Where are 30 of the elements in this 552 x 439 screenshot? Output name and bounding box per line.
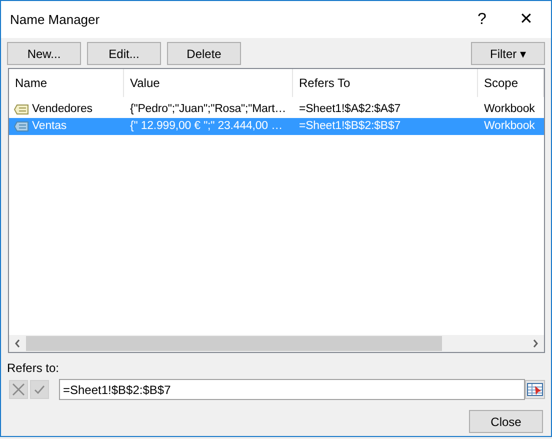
help-button[interactable]: ? (460, 4, 504, 34)
name-tag-icon (14, 104, 29, 115)
table-cell-text: =Sheet1!$B$2:$B$7 (298, 119, 402, 134)
collapse-dialog-button[interactable] (525, 380, 545, 399)
table-cell-text: Workbook (483, 102, 536, 117)
table-cell-text: Workbook (483, 119, 536, 134)
column-header[interactable]: Refers To (293, 69, 478, 97)
checkmark-icon (33, 383, 46, 396)
toolbar-button[interactable]: New... (7, 42, 81, 65)
field-label: Refers to: (7, 360, 60, 377)
close-dialog-button[interactable]: Close (469, 410, 543, 433)
column-header[interactable]: Name (9, 69, 124, 97)
table-cell-text: Vendedores (32, 102, 92, 117)
table-cell-text: {" 12.999,00 € ";" 23.444,00 … (129, 119, 284, 134)
table-row[interactable]: Vendedores {"Pedro";"Juan";"Rosa";"Mart… =Sheet1!$A$2:$A$7 Workbook (9, 101, 544, 118)
refers-to-field[interactable]: =Sheet1!$B$2:$B$7 (59, 379, 525, 400)
close-button[interactable]: ✕ (504, 4, 548, 34)
toolbar-button[interactable]: Delete (167, 42, 241, 65)
toolbar-button[interactable]: Edit... (87, 42, 161, 65)
name-tag-icon (14, 121, 29, 132)
table-cell-text: Ventas (32, 119, 67, 134)
cross-icon (12, 383, 25, 396)
window-title: Name Manager (10, 10, 101, 29)
range-select-icon (527, 383, 543, 396)
column-header[interactable]: Value (124, 69, 293, 97)
scroll-thumb[interactable] (26, 336, 442, 351)
table-cell-text: {"Pedro";"Juan";"Rosa";"Mart… (129, 102, 288, 117)
filter-button[interactable]: Filter ▾ (471, 42, 545, 65)
column-header[interactable]: Scope (478, 69, 544, 97)
table-cell-text: =Sheet1!$A$2:$A$7 (298, 102, 402, 117)
